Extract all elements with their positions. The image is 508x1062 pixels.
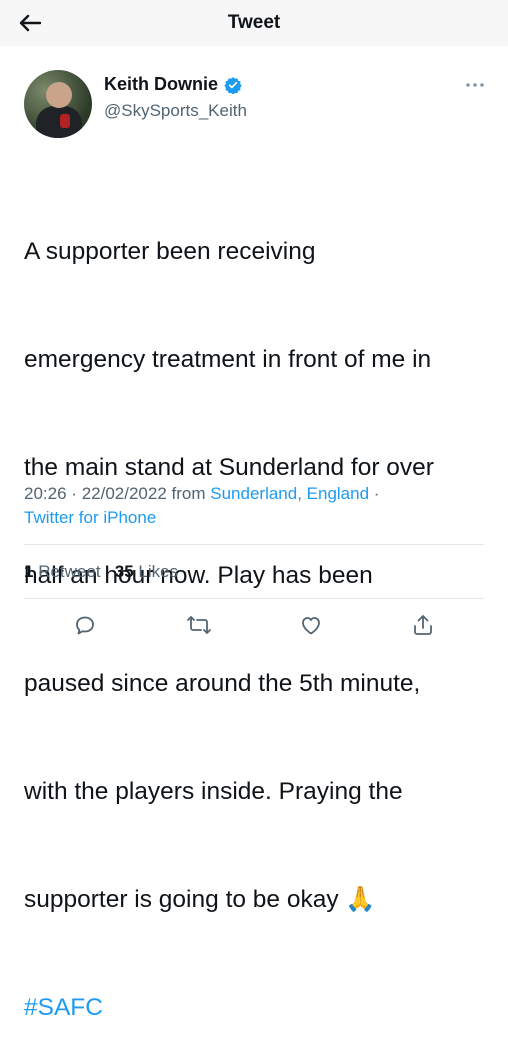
- separator: ·: [71, 484, 77, 503]
- tweet-text-line: with the players inside. Praying the: [24, 778, 403, 805]
- likes-stat[interactable]: 35 Likes: [115, 562, 178, 581]
- divider: [24, 598, 484, 599]
- author-handle[interactable]: @SkySports_Keith: [104, 101, 247, 121]
- like-button[interactable]: [298, 612, 324, 638]
- tweet-text-line: emergency treatment in front of me in: [24, 346, 432, 373]
- reply-icon: [76, 616, 94, 635]
- separator: ·: [373, 484, 380, 503]
- divider: [24, 544, 484, 545]
- author-name[interactable]: Keith Downie: [104, 74, 218, 95]
- tweet-date[interactable]: 22/02/2022: [82, 484, 167, 503]
- tweet-text-line: the main stand at Sunderland for over: [24, 454, 434, 481]
- more-options-button[interactable]: [464, 80, 486, 90]
- more-horizontal-icon: [466, 83, 484, 87]
- tweet-location[interactable]: Sunderland, England: [210, 484, 369, 503]
- tweet-text-line: paused since around the 5th minute,: [24, 670, 421, 697]
- tweet-stats: 1 Retweet 35 Likes: [24, 562, 178, 582]
- tweet-text-line: A supporter been receiving: [24, 238, 316, 265]
- reply-button[interactable]: [72, 612, 98, 638]
- tweet-meta: 20:26 · 22/02/2022 from Sunderland, Engl…: [24, 482, 484, 530]
- heart-icon: [302, 617, 320, 635]
- tweet-source[interactable]: Twitter for iPhone: [24, 508, 156, 527]
- tweet-text-line: supporter is going to be okay 🙏: [24, 886, 376, 913]
- author-name-row[interactable]: Keith Downie: [104, 74, 242, 95]
- action-bar: [0, 612, 508, 642]
- share-button[interactable]: [410, 612, 436, 638]
- retweet-icon: [187, 616, 211, 634]
- share-icon: [414, 615, 432, 635]
- top-bar: Tweet: [0, 0, 508, 47]
- avatar[interactable]: [24, 70, 92, 138]
- tweet-time[interactable]: 20:26: [24, 484, 67, 503]
- from-label: from: [171, 484, 206, 503]
- page-title: Tweet: [227, 12, 281, 33]
- retweet-button[interactable]: [186, 612, 212, 638]
- retweets-stat[interactable]: 1 Retweet: [24, 562, 101, 581]
- verified-badge-icon: [224, 76, 242, 94]
- hashtag-link[interactable]: #SAFC: [24, 990, 494, 1026]
